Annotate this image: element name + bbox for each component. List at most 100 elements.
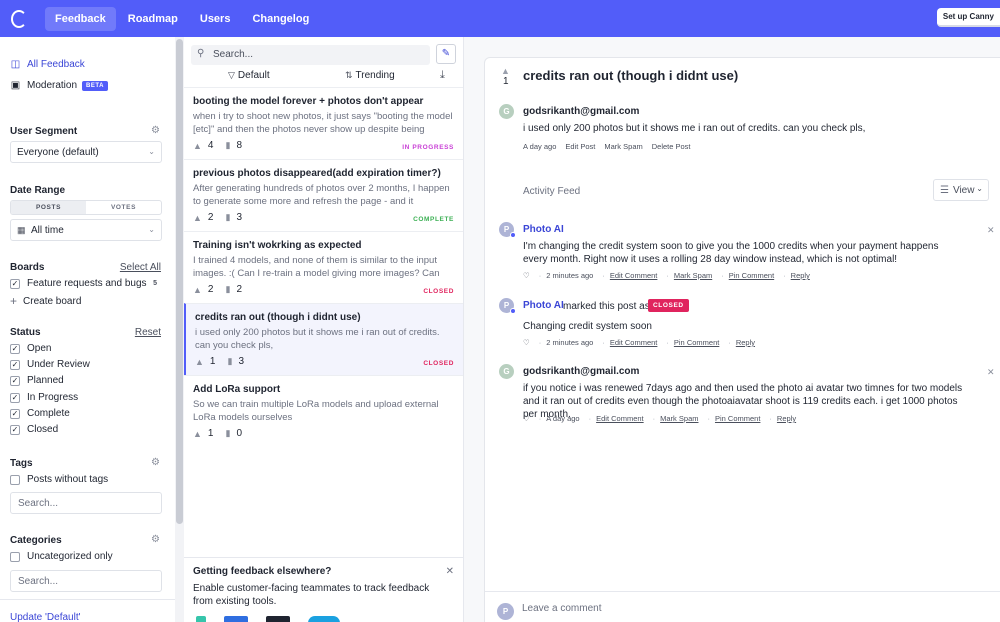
edit-comment-button[interactable]: Edit Comment [610,338,658,347]
comment-author[interactable]: Photo AI [523,300,564,311]
post-description: After generating hundreds of photos over… [193,183,450,207]
reply-button[interactable]: Reply [736,338,755,347]
checkbox-checked-icon[interactable]: ✓ [10,375,20,386]
checkbox-unchecked-icon[interactable] [10,474,20,485]
view-dropdown[interactable]: ☰ View ⌄ [933,179,989,201]
date-range-votes-tab[interactable]: VOTES [86,201,161,214]
pin-comment-button[interactable]: Pin Comment [715,414,760,423]
mark-spam-button[interactable]: Mark Spam [660,414,698,423]
tab-users[interactable]: Users [190,7,241,31]
status-checkbox-complete[interactable]: ✓ Complete [10,408,70,419]
date-range-posts-tab[interactable]: POSTS [11,201,86,214]
post-meta: ▲ 4 ▮ 8 [193,140,254,151]
avatar[interactable]: P [499,298,516,314]
mark-spam-button[interactable]: Mark Spam [674,271,712,280]
comment-input[interactable]: Leave a comment [522,603,602,614]
select-all-link[interactable]: Select All [120,262,161,273]
gear-icon[interactable]: ⚙ [151,457,160,468]
status-checkbox-under-review[interactable]: ✓ Under Review [10,359,90,370]
comment-author[interactable]: Photo AI [523,224,564,235]
user-segment-select[interactable]: Everyone (default) ⌄ [10,141,162,163]
tab-roadmap[interactable]: Roadmap [118,7,188,31]
checkbox-checked-icon[interactable]: ✓ [10,392,20,403]
edit-comment-button[interactable]: Edit Comment [610,271,658,280]
reply-button[interactable]: Reply [791,271,810,280]
post-list-item-selected[interactable]: credits ran out (though i didnt use) i u… [184,303,463,375]
date-range-select[interactable]: ▦ All time ⌄ [10,219,162,241]
comment-body: Changing credit system soon [523,321,652,332]
gear-icon[interactable]: ⚙ [151,534,160,545]
sidebar-scrollbar[interactable] [175,37,184,622]
board-checkbox-feature-requests[interactable]: ✓ Feature requests and bugs [10,278,147,289]
vote-count: 2 [207,284,214,295]
setup-canny-button[interactable]: Set up Canny [936,8,1000,27]
reset-status-link[interactable]: Reset [135,327,161,338]
heart-icon[interactable]: ♡ [523,271,530,280]
tab-changelog[interactable]: Changelog [242,7,319,31]
filter-sidebar: ◫ All Feedback ▣ Moderation BETA User Se… [0,37,176,622]
status-checkbox-in-progress[interactable]: ✓ In Progress [10,392,78,403]
close-icon[interactable]: ✕ [987,367,995,378]
reply-button[interactable]: Reply [777,414,796,423]
close-icon[interactable]: ✕ [446,566,454,577]
comment-author[interactable]: godsrikanth@gmail.com [523,366,639,377]
edit-comment-button[interactable]: Edit Comment [596,414,644,423]
checkbox-unchecked-icon[interactable] [10,551,20,562]
sort-trending-button[interactable]: ⇅ Trending [345,70,395,81]
avatar[interactable]: P [499,222,516,238]
create-board-link[interactable]: + Create board [10,294,81,308]
intercom-logo-icon[interactable] [224,616,248,622]
upvote-icon[interactable]: ▲ [501,66,510,76]
mark-spam-button[interactable]: Mark Spam [604,142,642,151]
boards-title: Boards [10,262,45,273]
gear-icon[interactable]: ⚙ [151,125,160,136]
post-author[interactable]: godsrikanth@gmail.com [523,106,639,117]
pin-comment-button[interactable]: Pin Comment [674,338,719,347]
checkbox-checked-icon[interactable]: ✓ [10,408,20,419]
tags-search-input[interactable]: Search... [10,492,162,514]
delete-post-button[interactable]: Delete Post [652,142,691,151]
post-list-item[interactable]: booting the model forever + photos don't… [184,87,463,159]
post-list-item[interactable]: previous photos disappeared(add expirati… [184,159,463,231]
zendesk-logo-icon[interactable] [266,616,290,622]
scrollbar-thumb[interactable] [176,39,183,524]
checkbox-checked-icon[interactable]: ✓ [10,424,20,435]
status-checkbox-planned[interactable]: ✓ Planned [10,375,64,386]
checkbox-checked-icon[interactable]: ✓ [10,359,20,370]
avatar[interactable]: G [499,104,514,119]
comment-composer[interactable]: P Leave a comment [485,591,1000,622]
canny-logo-icon[interactable] [11,9,27,28]
categories-search-input[interactable]: Search... [10,570,162,592]
heart-icon[interactable]: ♡ [523,414,530,423]
post-list-item[interactable]: Add LoRa support So we can train multipl… [184,375,463,447]
checkbox-checked-icon[interactable]: ✓ [10,278,20,289]
promo-title: Getting feedback elsewhere? [193,566,332,577]
checkbox-checked-icon[interactable]: ✓ [10,343,20,354]
download-icon[interactable]: ⤓ [440,69,445,82]
posts-without-tags-checkbox[interactable]: Posts without tags [10,474,108,485]
activity-feed-label: Activity Feed [523,186,581,197]
post-description: when i try to shoot new photos, it just … [193,111,453,135]
status-checkbox-closed[interactable]: ✓ Closed [10,424,58,435]
avatar[interactable]: G [499,364,514,379]
sidebar-item-moderation[interactable]: ▣ Moderation BETA [10,80,108,91]
separator: · [721,271,724,280]
search-icon: ⚲ [197,48,205,59]
edit-post-button[interactable]: Edit Post [565,142,595,151]
divider [0,599,175,600]
post-search-input[interactable]: ⚲ Search... [191,45,430,65]
slack-logo-icon[interactable] [196,616,206,622]
post-list-item[interactable]: Training isn't wokrking as expected I tr… [184,231,463,303]
sort-default-button[interactable]: ▽ Default [228,70,270,81]
update-default-link[interactable]: Update 'Default' [10,612,81,622]
pin-comment-button[interactable]: Pin Comment [729,271,774,280]
salesforce-logo-icon[interactable] [308,616,340,622]
tab-feedback[interactable]: Feedback [45,6,116,31]
heart-icon[interactable]: ♡ [523,338,530,347]
uncategorized-only-checkbox[interactable]: Uncategorized only [10,551,113,562]
status-checkbox-open[interactable]: ✓ Open [10,343,51,354]
sidebar-item-all-feedback[interactable]: ◫ All Feedback [10,59,85,70]
create-post-button[interactable]: ✎ [436,44,456,64]
separator: · [707,414,710,423]
close-icon[interactable]: ✕ [987,225,995,236]
